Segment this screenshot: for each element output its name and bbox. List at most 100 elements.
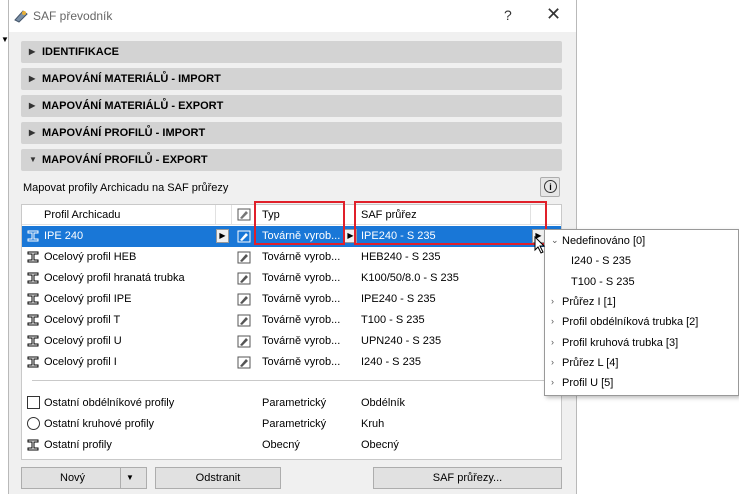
dropdown-group[interactable]: › Profil U [5] [551,377,614,390]
profile-type: Továrně vyrob... [262,272,341,284]
profile-type: Továrně vyrob... [262,356,341,368]
chevron-right-icon[interactable]: › [551,377,554,387]
saf-converter-dialog: SAF převodník ? ✕ ▶ IDENTIFIKACE ▶ MAPOV… [8,0,577,494]
background-window-strip: ▼ [0,0,9,494]
table-row[interactable]: Ocelový profil I Továrně vyrob... I240 - S… [22,352,561,373]
dropdown-label: Profil U [5] [562,377,614,390]
saf-profile: Kruh [361,418,385,430]
i-beam-icon [27,356,39,368]
profile-type: Továrně vyrob... [262,293,341,305]
chevron-right-icon[interactable]: › [551,296,554,306]
saf-profile: IPE240 - S 235 [361,293,436,305]
mouse-cursor-icon [534,236,546,254]
edit-icon[interactable] [237,251,251,264]
i-beam-icon [27,335,39,347]
remove-button[interactable]: Odstranit [155,467,281,489]
info-button[interactable]: i [540,177,560,197]
profile-type: Továrně vyrob... [262,335,341,347]
checkbox-icon[interactable] [27,396,40,409]
profile-type: Továrně vyrob... [262,251,341,263]
edit-icon[interactable] [237,272,251,285]
dropdown-option[interactable]: I240 - S 235 [571,255,631,267]
collapsed-triangle-icon: ▶ [29,128,36,137]
section-label: MAPOVÁNÍ MATERIÁLŮ - IMPORT [42,73,221,85]
profile-name: Ocelový profil T [44,314,121,326]
profile-name: Ocelový profil IPE [44,293,132,305]
help-button[interactable]: ? [504,7,512,23]
info-icon: i [544,180,557,193]
section-profile-export[interactable]: ▼ MAPOVÁNÍ PROFILŮ - EXPORT [21,149,562,171]
new-button[interactable]: Nový ▼ [21,467,147,489]
dropdown-label: Průřez I [1] [562,295,616,308]
table-separator [32,380,551,381]
profile-type: Obecný [262,439,300,451]
dropdown-group[interactable]: › Profil obdélníková trubka [2] [551,316,698,328]
profile-name: Ocelový profil hranatá trubka [44,272,185,284]
profile-name: Ostatní kruhové profily [44,418,155,430]
section-profile-import[interactable]: ▶ MAPOVÁNÍ PROFILŮ - IMPORT [21,122,562,144]
window-title: SAF převodník [33,9,113,23]
edit-icon [237,208,251,221]
i-beam-icon [27,314,39,326]
section-label: MAPOVÁNÍ MATERIÁLŮ - EXPORT [42,100,224,112]
edit-icon[interactable] [237,293,251,306]
profile-name: Ocelový profil HEB [44,251,137,263]
edit-icon[interactable] [237,335,251,348]
close-button[interactable]: ✕ [546,4,561,25]
profile-type: Parametrický [262,397,327,409]
section-material-export[interactable]: ▶ MAPOVÁNÍ MATERIÁLŮ - EXPORT [21,95,562,117]
column-header-profile[interactable]: Profil Archicadu [44,209,120,221]
table-row[interactable]: Ocelový profil IPE Továrně vyrob... IPE240… [22,289,561,310]
saf-profile: Obdélník [361,397,406,409]
table-row[interactable]: Ostatní kruhové profily Parametrický Kruh [22,414,561,435]
profile-arrow-button[interactable]: ▶ [216,229,229,243]
table-row[interactable]: Ocelový profil U Továrně vyrob... UPN240 -… [22,331,561,352]
table-row[interactable]: Ocelový profil T Továrně vyrob... T100 - S… [22,310,561,331]
i-beam-icon [27,251,39,263]
new-dropdown-arrow-icon[interactable]: ▼ [126,468,134,488]
dropdown-group[interactable]: › Průřez I [1] [551,295,616,308]
section-material-import[interactable]: ▶ MAPOVÁNÍ MATERIÁLŮ - IMPORT [21,68,562,90]
section-identification[interactable]: ▶ IDENTIFIKACE [21,41,562,63]
saf-profile-dropdown: ⌄ Nedefinováno [0] I240 - S 235 T100 - S 23… [544,229,739,396]
highlight-box-type [254,201,345,245]
edit-icon[interactable] [237,230,251,243]
chevron-right-icon[interactable]: › [551,357,554,367]
radio-icon[interactable] [27,417,40,430]
profile-name: Ostatní profily [44,439,112,451]
saf-profile: I240 - S 235 [361,356,421,368]
collapsed-triangle-icon: ▶ [29,74,36,83]
dropdown-group[interactable]: › Profil kruhová trubka [3] [551,336,679,349]
dropdown-group[interactable]: ⌄ Nedefinováno [0] [551,235,645,247]
table-row[interactable]: Ocelový profil HEB Továrně vyrob... HEB240… [22,247,561,268]
chevron-right-icon[interactable]: › [551,337,554,347]
saf-profile: K100/50/8.0 - S 235 [361,272,459,284]
title-bar: SAF převodník ? ✕ [9,0,576,32]
i-beam-icon [27,272,39,284]
dropdown-group[interactable]: › Průřez L [4] [551,356,619,369]
table-row[interactable]: Ostatní profily Obecný Obecný [22,435,561,456]
edit-icon[interactable] [237,314,251,327]
profile-type: Parametrický [262,418,327,430]
dropdown-label: T100 - S 235 [571,275,635,288]
profile-name: Ocelový profil I [44,356,117,368]
table-row[interactable]: Ostatní obdélníkové profily Parametrický O… [22,393,561,414]
chevron-down-icon[interactable]: ⌄ [551,235,559,246]
collapsed-triangle-icon: ▶ [29,101,36,110]
saf-profile: Obecný [361,439,399,451]
section-label: IDENTIFIKACE [42,46,119,58]
dropdown-label: Profil kruhová trubka [3] [562,336,679,349]
expanded-triangle-icon: ▼ [29,155,37,164]
dropdown-option[interactable]: T100 - S 235 [571,276,635,288]
profile-name: IPE 240 [44,230,84,242]
i-beam-icon [27,293,39,305]
profile-name: Ocelový profil U [44,335,122,347]
edit-icon[interactable] [237,356,251,369]
dropdown-label: Průřez L [4] [562,356,619,369]
i-beam-icon [27,230,39,242]
mapping-caption: Mapovat profily Archicadu na SAF průřezy [23,182,229,194]
app-icon [14,10,28,23]
saf-profiles-button[interactable]: SAF průřezy... [373,467,562,489]
table-row[interactable]: Ocelový profil hranatá trubka Továrně vyr… [22,268,561,289]
chevron-right-icon[interactable]: › [551,316,554,326]
